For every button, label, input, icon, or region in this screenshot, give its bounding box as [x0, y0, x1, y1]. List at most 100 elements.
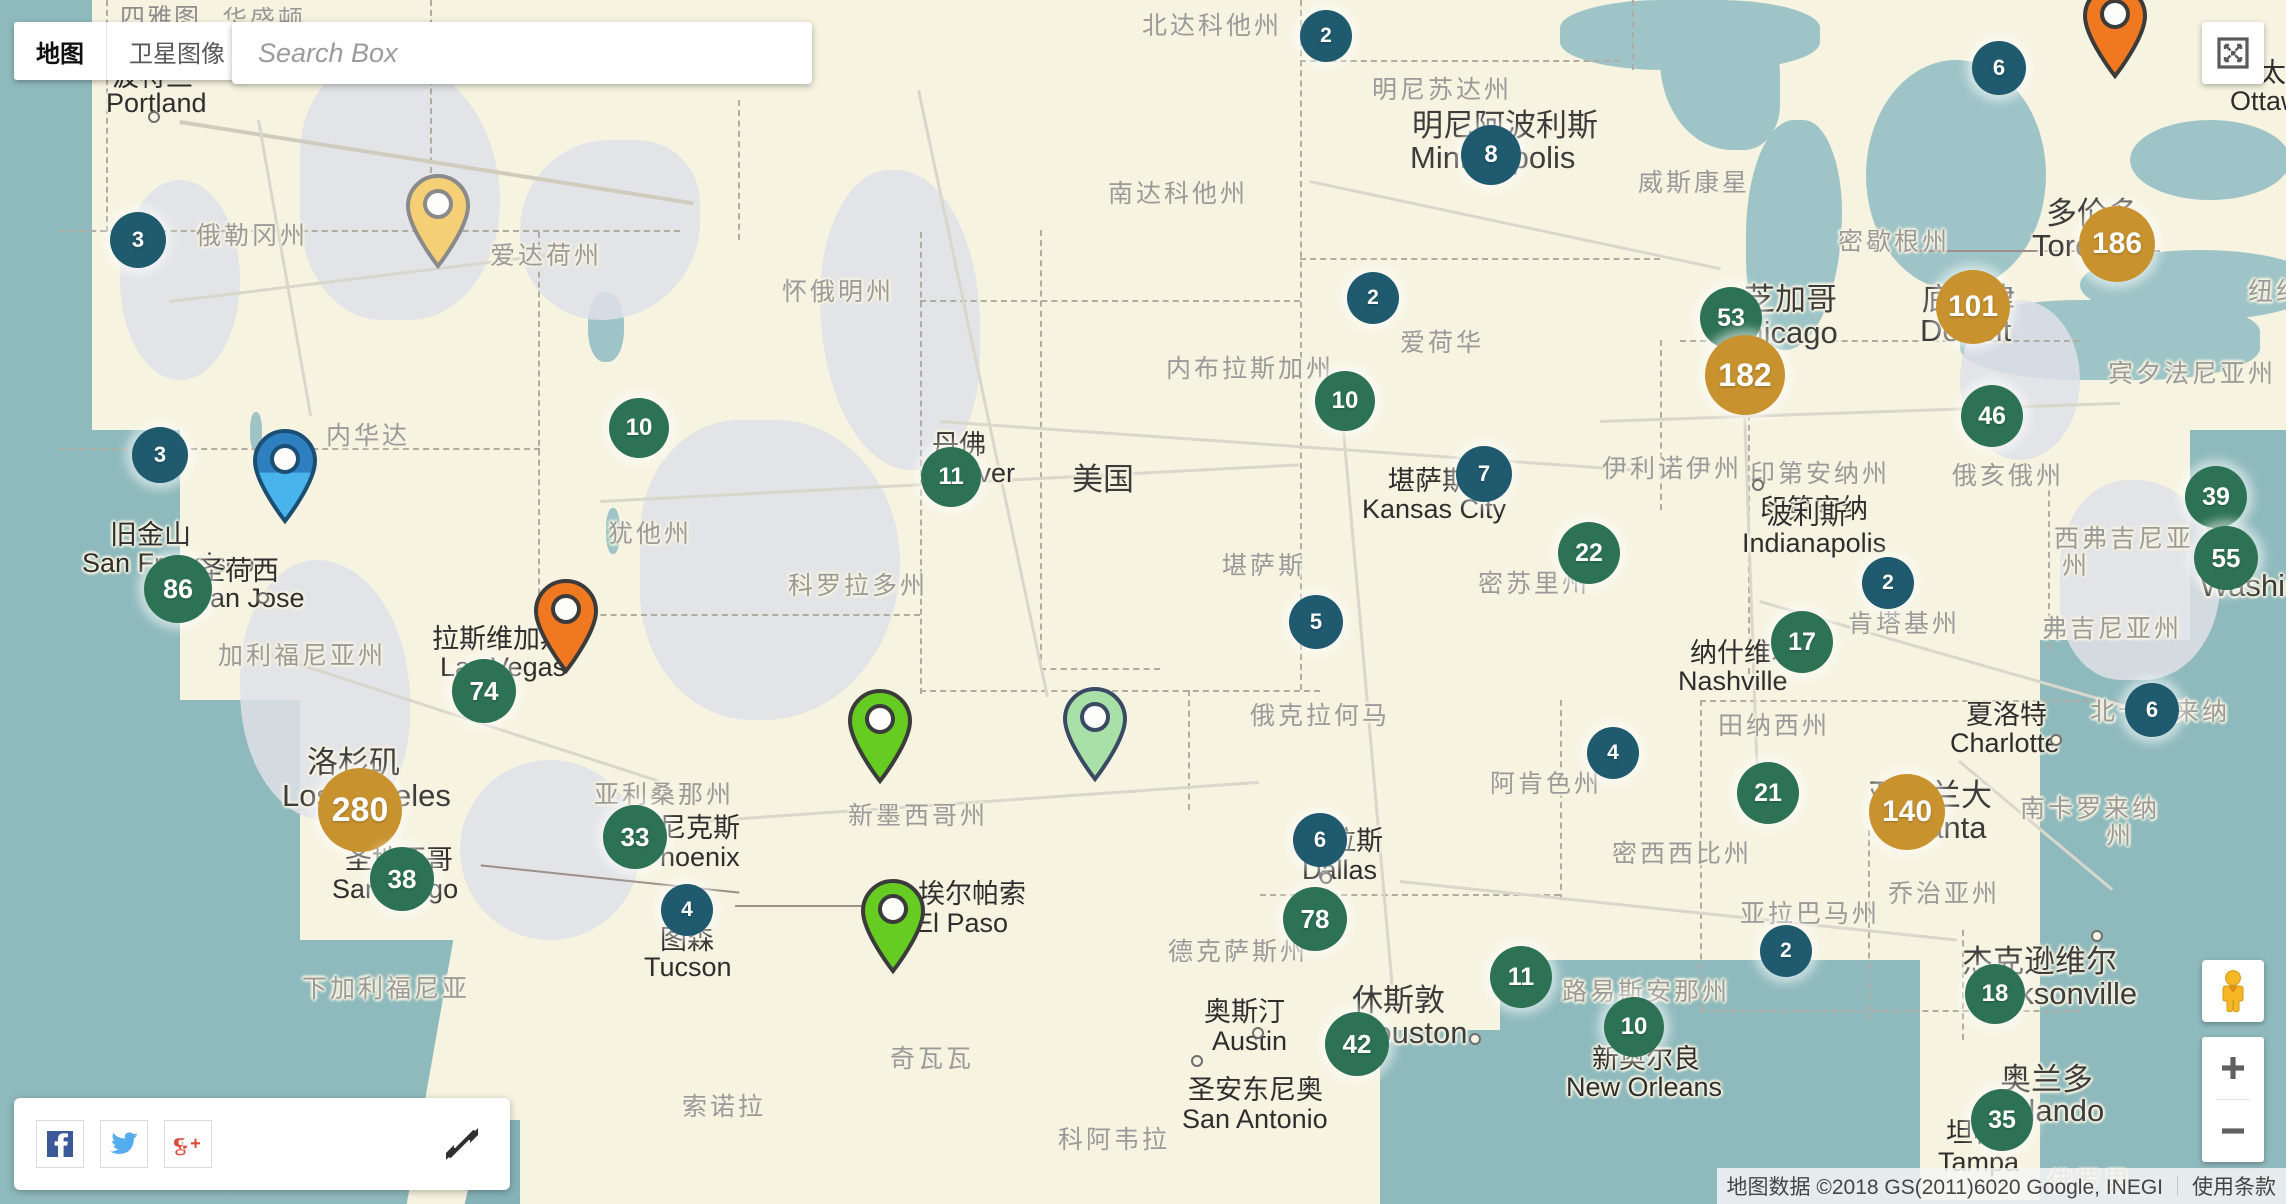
cluster-marker[interactable]: 38: [370, 847, 434, 911]
cluster-marker[interactable]: 280: [318, 768, 402, 852]
cluster-marker[interactable]: 33: [603, 805, 667, 869]
cluster-marker[interactable]: 7: [1456, 446, 1512, 502]
city-dot: [2091, 930, 2103, 942]
fullscreen-icon: [2217, 37, 2249, 69]
cluster-marker[interactable]: 11: [921, 447, 981, 507]
cluster-marker[interactable]: 21: [1737, 762, 1799, 824]
cluster-marker[interactable]: 6: [1972, 41, 2026, 95]
pin-newmexico[interactable]: [844, 685, 916, 785]
minus-icon: [2222, 1128, 2244, 1134]
cluster-marker[interactable]: 78: [1283, 887, 1347, 951]
city-dot: [1191, 1055, 1203, 1067]
cluster-marker[interactable]: 2: [1760, 925, 1812, 977]
pin-utah[interactable]: [530, 575, 602, 675]
cluster-marker[interactable]: 10: [1315, 371, 1375, 431]
cluster-count: 3: [131, 227, 145, 252]
google-plus-share-button[interactable]: [164, 1120, 212, 1168]
pegman-icon: [2222, 970, 2244, 1012]
search-box[interactable]: [232, 22, 812, 84]
cluster-marker[interactable]: 182: [1705, 335, 1785, 415]
cluster-marker[interactable]: 11: [1490, 946, 1552, 1008]
city-dot: [2050, 734, 2062, 746]
cluster-count: 39: [2202, 482, 2230, 511]
pin-idaho[interactable]: [402, 170, 474, 270]
terms-of-use-link[interactable]: 使用条款: [2192, 1171, 2276, 1201]
cluster-count: 7: [1477, 461, 1491, 486]
cluster-count: 2: [1882, 571, 1894, 594]
city-dot: [1320, 872, 1332, 884]
pin-kansas[interactable]: [1059, 683, 1131, 783]
map-tab[interactable]: 地图: [14, 22, 106, 80]
map-type-control: 地图 卫星图像: [14, 22, 247, 80]
expand-arrows-icon: [446, 1128, 478, 1160]
map-pin-icon: [847, 689, 913, 785]
pin-ontario[interactable]: [2079, 0, 2151, 80]
cluster-count: 182: [1718, 356, 1772, 393]
cluster-marker[interactable]: 5: [1289, 595, 1343, 649]
cluster-count: 46: [1978, 401, 2006, 430]
cluster-count: 5: [1309, 609, 1323, 634]
cluster-marker[interactable]: 3: [132, 427, 188, 483]
map-pin-icon: [533, 579, 599, 675]
cluster-count: 42: [1342, 1028, 1372, 1059]
cluster-marker[interactable]: 101: [1936, 270, 2010, 344]
cluster-marker[interactable]: 140: [1869, 774, 1945, 850]
cluster-marker[interactable]: 46: [1961, 385, 2023, 447]
cluster-count: 10: [1331, 387, 1359, 414]
cluster-marker[interactable]: 74: [452, 659, 516, 723]
facebook-share-button[interactable]: [36, 1120, 84, 1168]
map-attribution: 地图数据 ©2018 GS(2011)6020 Google, INEGI 使用…: [1716, 1168, 2286, 1204]
cluster-marker[interactable]: 55: [2194, 526, 2258, 590]
cluster-count: 18: [1981, 980, 2009, 1007]
cluster-marker[interactable]: 6: [1293, 813, 1347, 867]
cluster-marker[interactable]: 4: [1587, 727, 1639, 779]
map-canvas[interactable]: 四雅图华盛顿波特兰Portland俄勒冈州爱达荷州内华达犹他州旧金山San Fr…: [0, 0, 2286, 1204]
city-dot: [148, 111, 160, 123]
map-pin-icon: [860, 879, 926, 975]
cluster-marker[interactable]: 4: [661, 884, 713, 936]
google-plus-icon: [174, 1138, 201, 1156]
cluster-count: 3: [153, 442, 167, 467]
cluster-marker[interactable]: 17: [1771, 611, 1833, 673]
cluster-count: 6: [1313, 827, 1327, 852]
cluster-marker[interactable]: 10: [609, 398, 669, 458]
cluster-marker[interactable]: 10: [1604, 997, 1664, 1057]
cluster-count: 22: [1575, 538, 1603, 567]
twitter-share-button[interactable]: [100, 1120, 148, 1168]
satellite-tab[interactable]: 卫星图像: [106, 22, 247, 80]
zoom-control: [2202, 1037, 2264, 1162]
cluster-count: 2: [1320, 24, 1332, 47]
cluster-marker[interactable]: 6: [2125, 683, 2179, 737]
cluster-count: 17: [1788, 627, 1816, 656]
cluster-marker[interactable]: 42: [1325, 1012, 1389, 1076]
cluster-count: 78: [1300, 903, 1330, 934]
pin-nevada[interactable]: [249, 425, 321, 525]
cluster-count: 101: [1947, 290, 1999, 323]
cluster-count: 140: [1881, 795, 1933, 828]
cluster-marker[interactable]: 2: [1300, 10, 1352, 62]
zoom-out-button[interactable]: [2202, 1100, 2264, 1162]
cluster-marker[interactable]: 86: [144, 555, 212, 623]
cluster-marker[interactable]: 2: [1862, 557, 1914, 609]
cluster-marker[interactable]: 2: [1347, 272, 1399, 324]
street-view-pegman-button[interactable]: [2202, 960, 2264, 1022]
cluster-marker[interactable]: 39: [2185, 466, 2247, 528]
cluster-marker[interactable]: 3: [110, 212, 166, 268]
cluster-marker[interactable]: 8: [1461, 125, 1521, 185]
zoom-in-button[interactable]: [2202, 1037, 2264, 1099]
search-input[interactable]: [232, 22, 812, 84]
expand-share-button[interactable]: [436, 1120, 488, 1168]
cluster-count: 55: [2211, 542, 2241, 573]
cluster-count: 11: [938, 463, 964, 490]
cluster-count: 4: [1607, 741, 1619, 764]
cluster-marker[interactable]: 186: [2079, 206, 2155, 282]
map-pin-icon: [2082, 0, 2148, 80]
cluster-marker[interactable]: 35: [1971, 1089, 2033, 1151]
cluster-count: 8: [1484, 141, 1498, 168]
pin-elpaso[interactable]: [857, 875, 929, 975]
fullscreen-button[interactable]: [2202, 22, 2264, 84]
cluster-marker[interactable]: 18: [1965, 964, 2025, 1024]
map-pin-icon: [252, 429, 318, 525]
cluster-count: 33: [620, 821, 650, 852]
cluster-marker[interactable]: 22: [1558, 522, 1620, 584]
